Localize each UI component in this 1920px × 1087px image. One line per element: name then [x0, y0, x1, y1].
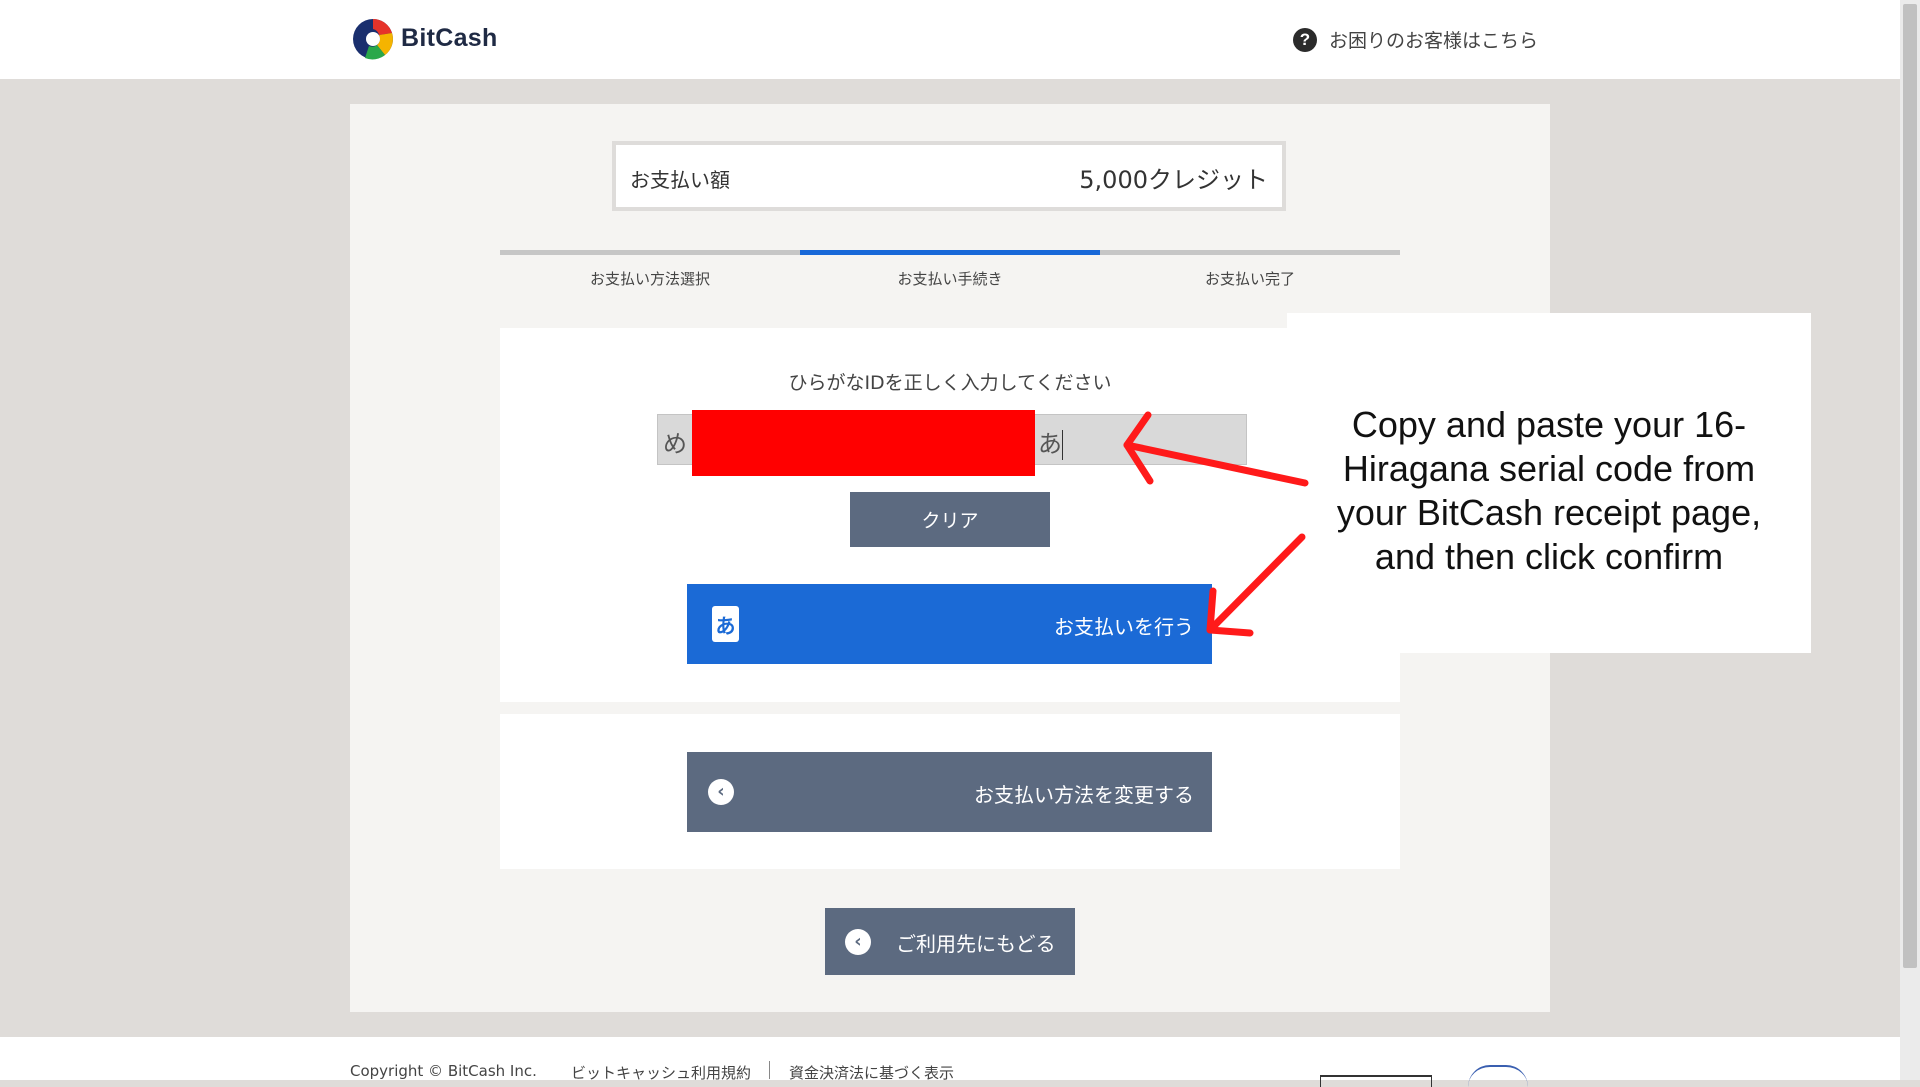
- form-instruction: ひらがなIDを正しく入力してください: [788, 372, 1112, 394]
- hiragana-id-form: ひらがなIDを正しく入力してください め あ クリア あ お支払いを行う: [500, 328, 1400, 702]
- footer-badge: [1320, 1075, 1432, 1087]
- input-value-end: あ: [1038, 430, 1063, 460]
- pay-button[interactable]: あ お支払いを行う: [687, 584, 1212, 664]
- step-label: お支払い方法選択: [589, 270, 710, 288]
- step-bar: [500, 250, 800, 255]
- annotation-line: Hiragana serial code from: [1342, 448, 1756, 489]
- help-link-label: お困りのお客様はこちら: [1329, 30, 1539, 52]
- payment-amount-box: お支払い額 5,000クレジット: [612, 141, 1286, 211]
- privacy-mark-badge: [1468, 1065, 1528, 1087]
- chevron-left-icon: ‹: [845, 929, 871, 955]
- return-button-label: ご利用先にもどる: [896, 932, 1056, 956]
- brand-name: BitCash: [401, 24, 498, 52]
- step-bar: [1100, 250, 1400, 255]
- copyright: Copyright © BitCash Inc.: [350, 1062, 537, 1080]
- bitcash-logo-icon: [353, 19, 393, 60]
- annotation-text: Copy and paste your 16- Hiragana serial …: [1287, 403, 1811, 579]
- scrollbar-thumb[interactable]: [1903, 4, 1917, 968]
- step-label: お支払い完了: [1204, 270, 1295, 288]
- annotation-line: and then click confirm: [1374, 536, 1724, 577]
- bitcash-logo[interactable]: BitCash: [351, 15, 498, 62]
- change-method-label: お支払い方法を変更する: [974, 783, 1194, 807]
- footer-divider: [769, 1061, 770, 1079]
- input-value-start: め: [663, 430, 687, 458]
- clear-button[interactable]: クリア: [850, 492, 1050, 547]
- step-label: お支払い手続き: [897, 270, 1003, 288]
- text-caret: [1062, 430, 1063, 460]
- scrollbar[interactable]: [1900, 0, 1920, 1080]
- annotation-callout: Copy and paste your 16- Hiragana serial …: [1287, 313, 1811, 653]
- question-icon: ?: [1293, 27, 1317, 52]
- step-payment-procedure: お支払い手続き: [800, 250, 1100, 289]
- annotation-line: Copy and paste your 16-: [1351, 404, 1747, 445]
- return-to-merchant-button[interactable]: ‹ ご利用先にもどる: [825, 908, 1075, 975]
- site-header: BitCash ? お困りのお客様はこちら: [0, 0, 1900, 79]
- amount-value: 5,000クレジット: [1079, 166, 1268, 194]
- chevron-left-icon: ‹: [708, 779, 734, 805]
- pay-button-label: お支払いを行う: [1054, 615, 1194, 639]
- help-link[interactable]: ? お困りのお客様はこちら: [1293, 26, 1538, 53]
- annotation-line: your BitCash receipt page,: [1336, 492, 1762, 533]
- step-bar-active: [800, 250, 1100, 255]
- site-footer: Copyright © BitCash Inc. ビットキャッシュ利用規約 資金…: [0, 1037, 1900, 1087]
- change-payment-method-button[interactable]: ‹ お支払い方法を変更する: [687, 752, 1212, 832]
- redaction-box: [692, 410, 1035, 476]
- hiragana-icon: あ: [712, 606, 739, 642]
- amount-label: お支払い額: [630, 168, 730, 192]
- step-select-method: お支払い方法選択: [500, 250, 800, 289]
- step-complete: お支払い完了: [1100, 250, 1400, 289]
- change-method-card: ‹ お支払い方法を変更する: [500, 714, 1400, 869]
